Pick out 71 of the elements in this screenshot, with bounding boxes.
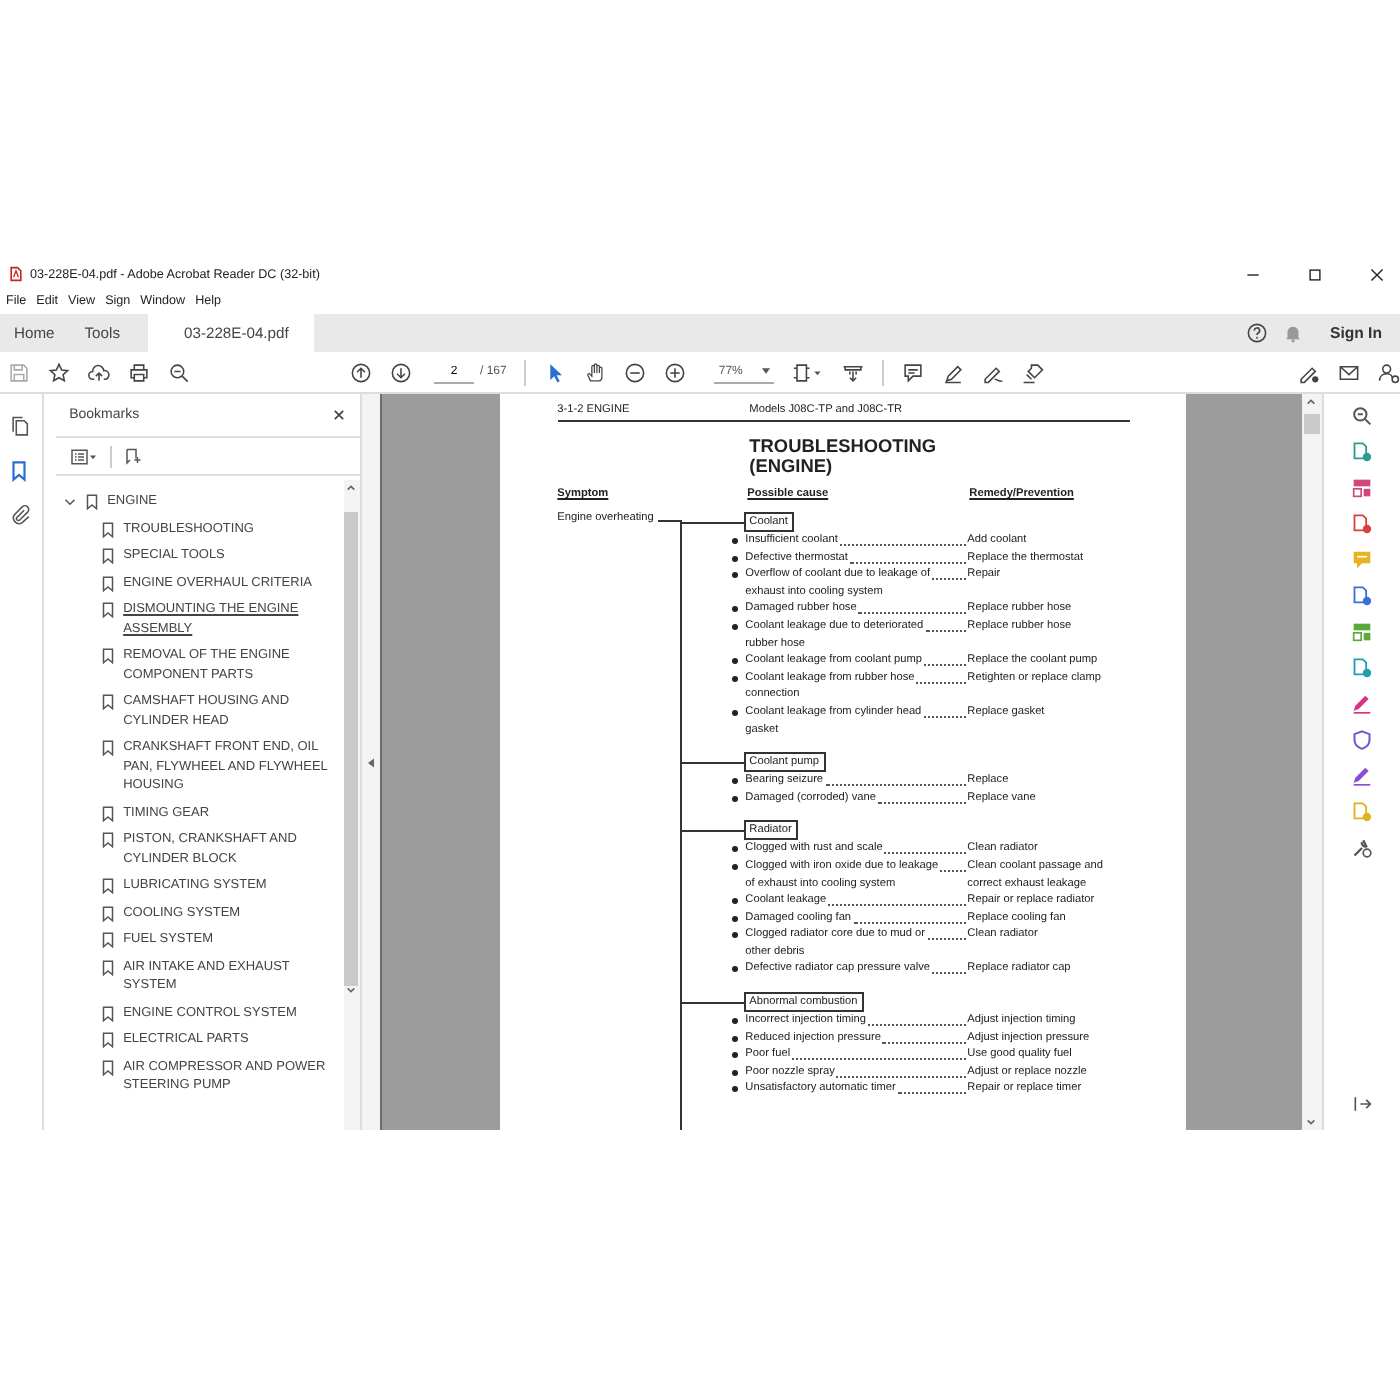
scrollbar-thumb[interactable] [1303, 414, 1320, 434]
bookmark-icon [101, 740, 114, 756]
scroll-icon[interactable] [842, 361, 865, 383]
bullet-icon [731, 606, 738, 613]
maximize-icon[interactable] [1308, 267, 1322, 281]
page-icon[interactable] [1351, 586, 1372, 606]
bullet-icon [731, 555, 738, 562]
paperclip-icon[interactable] [9, 503, 32, 525]
star-icon[interactable] [48, 361, 70, 383]
bullet-icon [731, 1035, 738, 1042]
pointer-icon[interactable] [544, 361, 567, 383]
caret-icon[interactable] [762, 368, 771, 374]
expand-panel-icon[interactable] [1351, 1094, 1372, 1114]
scrollbar[interactable] [343, 480, 360, 1130]
search-icon[interactable] [168, 361, 190, 383]
scrollbar-thumb[interactable] [344, 512, 359, 986]
bullet-icon [731, 1052, 738, 1059]
print-icon[interactable] [128, 361, 150, 383]
help-icon[interactable] [1246, 322, 1268, 344]
bullet-icon [731, 1018, 738, 1025]
mail-icon[interactable] [1338, 361, 1360, 383]
zoom-out-icon[interactable] [624, 361, 647, 383]
bullet-icon [731, 572, 738, 579]
options-menu-icon[interactable] [69, 447, 98, 465]
bullet-icon [731, 966, 738, 973]
pdf-file-icon [8, 266, 24, 282]
layout-icon[interactable] [1351, 478, 1372, 498]
zoom-icon[interactable] [1351, 406, 1372, 426]
bullet-icon [731, 1086, 738, 1093]
bookmark-icon[interactable] [7, 459, 30, 481]
bullet-icon [731, 538, 738, 544]
bullet-icon [731, 1069, 738, 1076]
fit-page-icon[interactable] [792, 361, 825, 383]
bullet-icon [731, 778, 738, 785]
comment-icon[interactable] [902, 361, 925, 383]
bullet-icon [731, 898, 738, 905]
page-icon[interactable] [1351, 442, 1372, 462]
close-icon[interactable] [331, 408, 346, 422]
close-icon[interactable] [1370, 267, 1384, 281]
bullet-icon [731, 795, 738, 802]
highlighter-icon[interactable] [942, 361, 965, 383]
person-icon[interactable] [1378, 361, 1400, 383]
pages-icon[interactable] [9, 415, 32, 437]
chevron-icon[interactable] [63, 496, 76, 508]
bullet-icon [731, 863, 738, 870]
add-bookmark-icon[interactable] [123, 447, 142, 465]
page-title: TROUBLESHOOTING (ENGINE) [749, 438, 939, 476]
bullet-icon [731, 675, 738, 682]
page-icon[interactable] [1351, 514, 1372, 534]
zoom-in-icon[interactable] [664, 361, 687, 383]
cloud-upload-icon[interactable] [88, 361, 110, 383]
down-arrow-icon[interactable] [390, 361, 412, 383]
bullet-icon [731, 846, 738, 853]
pen-icon[interactable] [1351, 766, 1372, 786]
bullet-icon [731, 915, 738, 922]
pen-icon[interactable] [1351, 694, 1372, 714]
bullet-icon [731, 658, 738, 665]
layout-icon[interactable] [1351, 622, 1372, 642]
up-arrow-icon[interactable] [350, 361, 372, 383]
bullet-icon [731, 932, 738, 939]
bullet-icon [731, 709, 738, 716]
shield-icon[interactable] [1351, 730, 1372, 750]
bookmark-icon [101, 648, 114, 664]
bookmark-icon [101, 694, 114, 710]
scrollbar[interactable] [1301, 394, 1322, 1130]
page-icon[interactable] [1351, 658, 1372, 678]
bullet-icon [731, 623, 738, 630]
stamp-icon[interactable] [1022, 361, 1045, 383]
wrench-icon[interactable] [1351, 838, 1372, 858]
hand-icon[interactable] [584, 361, 607, 383]
collapse-handle-icon[interactable] [367, 757, 374, 767]
